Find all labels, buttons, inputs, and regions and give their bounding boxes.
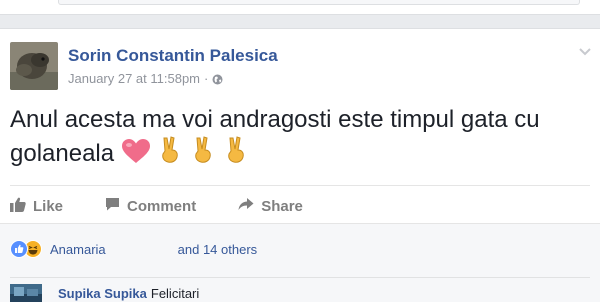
comment-label: Comment: [127, 197, 197, 215]
post-timestamp[interactable]: January 27 at 11:58pm: [68, 71, 200, 86]
share-icon: [238, 197, 261, 215]
post-text: Anul acesta ma voi andragosti este timpu…: [10, 106, 540, 167]
comment-author[interactable]: Supika Supika: [58, 286, 147, 301]
reaction-name[interactable]: Anamaria: [50, 242, 106, 257]
previous-comment-box: [58, 0, 580, 5]
heart-emoji: [121, 138, 151, 173]
comment-button[interactable]: Comment: [105, 197, 196, 215]
previous-post-edge: [0, 0, 600, 15]
author-avatar[interactable]: [10, 42, 58, 90]
author-name[interactable]: Sorin Constantin Palesica: [68, 46, 278, 66]
like-label: Like: [33, 197, 64, 215]
post-card: Sorin Constantin Palesica January 27 at …: [0, 28, 600, 302]
victory-hand-emoji: [190, 136, 216, 173]
meta-separator: ·: [204, 71, 209, 86]
reaction-others[interactable]: and 14 others: [178, 242, 258, 257]
post-text-block: Anul acesta ma voi andragosti este timpu…: [10, 104, 595, 173]
reactions-summary[interactable]: Anamaria and 14 others: [10, 240, 257, 258]
comment-icon: [105, 197, 127, 215]
comment-text: Felicitari: [150, 286, 200, 301]
chevron-down-icon[interactable]: [577, 43, 593, 59]
actions-divider: [10, 185, 590, 186]
like-reaction-icon: [10, 240, 28, 258]
like-button[interactable]: Like: [10, 197, 63, 216]
victory-hand-emoji: [223, 136, 249, 173]
share-label: Share: [261, 197, 303, 215]
feedback-section: Anamaria and 14 others Supika Supika Feli…: [0, 223, 600, 302]
globe-icon[interactable]: [212, 73, 223, 85]
commenter-avatar[interactable]: [10, 284, 42, 302]
thumbs-up-icon: [10, 197, 33, 216]
post-meta: January 27 at 11:58pm ·: [68, 71, 223, 86]
post-actions: Like Comment Share: [10, 191, 590, 221]
victory-hand-emoji: [157, 136, 183, 173]
comments-divider: [10, 277, 590, 278]
share-button[interactable]: Share: [238, 197, 303, 215]
comment: Supika Supika Felicitari: [58, 286, 199, 301]
